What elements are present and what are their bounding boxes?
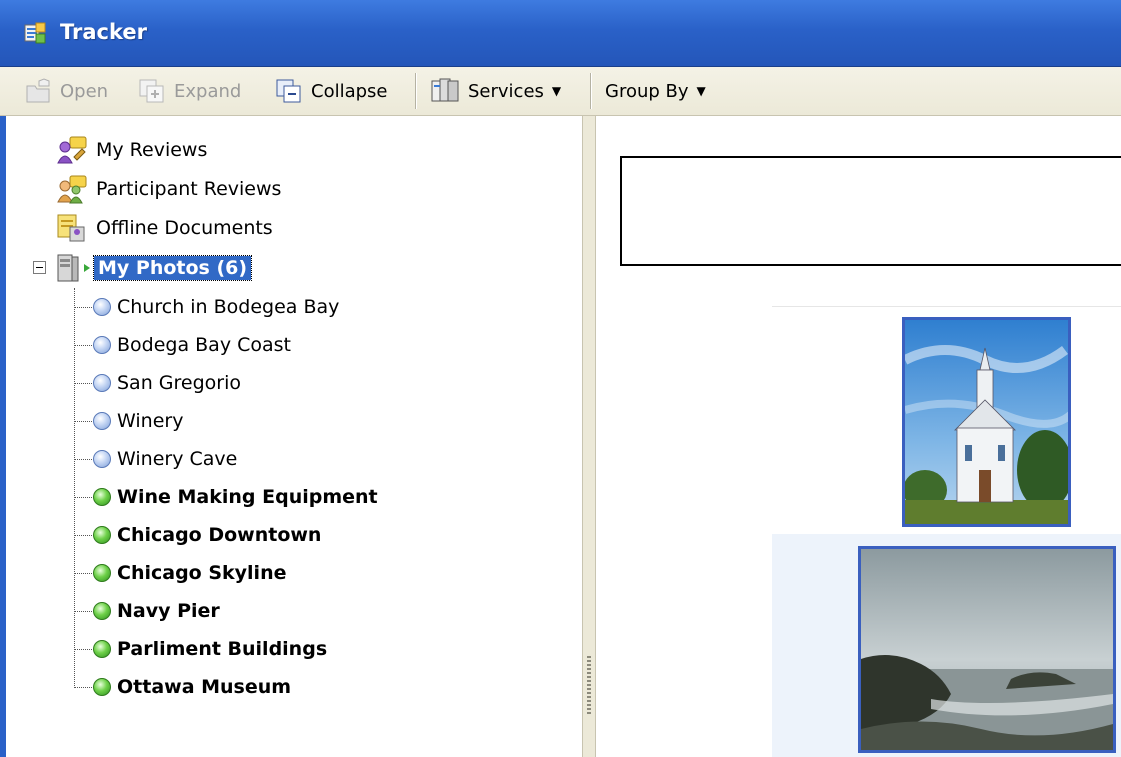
tree-item-participant-reviews[interactable]: Participant Reviews xyxy=(56,172,281,206)
tree-item-label: Wine Making Equipment xyxy=(117,486,378,508)
tree-item-label: Winery xyxy=(117,410,184,432)
photo-thumbnail-coast[interactable] xyxy=(858,546,1116,753)
open-folder-icon xyxy=(26,78,50,103)
tree-item-label: My Reviews xyxy=(96,139,208,161)
my-reviews-icon xyxy=(57,136,87,164)
collapse-label: Collapse xyxy=(311,80,388,102)
pane-splitter[interactable] xyxy=(582,116,596,757)
tree-item-label: Participant Reviews xyxy=(96,178,282,200)
tree-item-photo[interactable]: Ottawa Museum xyxy=(93,670,291,704)
title-bar: Tracker xyxy=(0,0,1121,67)
tree-item-label: Bodega Bay Coast xyxy=(117,334,291,356)
offline-documents-icon xyxy=(57,214,85,242)
status-new-icon xyxy=(93,526,111,544)
tree-connector-line xyxy=(74,288,75,688)
services-icon xyxy=(431,78,459,102)
services-dropdown-icon: ▼ xyxy=(551,84,562,98)
tree-connector-line xyxy=(74,459,92,460)
collapse-button[interactable]: Collapse xyxy=(275,75,388,107)
tree-item-label: Winery Cave xyxy=(117,448,238,470)
open-button[interactable]: Open xyxy=(24,75,108,107)
expand-button[interactable]: Expand xyxy=(138,75,241,107)
church-photo xyxy=(905,320,1068,524)
tree-connector-line xyxy=(74,421,92,422)
collapse-node-toggle[interactable] xyxy=(33,261,46,274)
status-pending-icon xyxy=(93,374,111,392)
tree-item-photo[interactable]: Wine Making Equipment xyxy=(93,480,378,514)
tree-connector-line xyxy=(74,497,92,498)
tree-item-label: Ottawa Museum xyxy=(117,676,292,698)
status-pending-icon xyxy=(93,412,111,430)
status-new-icon xyxy=(93,602,111,620)
splitter-grip[interactable] xyxy=(587,656,591,716)
server-folder-icon xyxy=(57,254,90,282)
tree-item-photo[interactable]: Parliment Buildings xyxy=(93,632,327,666)
tree-item-photo[interactable]: San Gregorio xyxy=(93,366,241,400)
photo-thumbnail-church[interactable] xyxy=(902,317,1071,527)
photo-row[interactable] xyxy=(772,306,1121,535)
coast-photo xyxy=(861,549,1113,750)
tree-item-label: Chicago Skyline xyxy=(117,562,287,584)
tree-item-photo[interactable]: Chicago Downtown xyxy=(93,518,321,552)
services-label: Services xyxy=(468,80,544,102)
tree-connector-line xyxy=(74,649,92,650)
tree-connector-line xyxy=(74,535,92,536)
tree-item-photo[interactable]: Bodega Bay Coast xyxy=(93,328,291,362)
tree-item-photo[interactable]: Winery Cave xyxy=(93,442,237,476)
tree-item-offline-documents[interactable]: Offline Documents xyxy=(56,211,273,245)
tree-connector-line xyxy=(74,383,92,384)
tree-connector-line xyxy=(74,307,92,308)
tree-item-my-reviews[interactable]: My Reviews xyxy=(56,133,207,167)
tree-item-photo[interactable]: Winery xyxy=(93,404,183,438)
expand-icon xyxy=(139,79,164,103)
tree-item-label: San Gregorio xyxy=(117,372,241,394)
group-by-dropdown-icon: ▼ xyxy=(696,84,706,98)
status-new-icon xyxy=(93,678,111,696)
open-label: Open xyxy=(60,80,109,102)
tree-item-label: Offline Documents xyxy=(96,217,273,239)
tree-item-my-photos[interactable]: My Photos (6) xyxy=(54,251,253,285)
toolbar: Open Expand Collapse Services ▼ Group By… xyxy=(0,67,1121,116)
my-photos-label: My Photos (6) xyxy=(92,255,253,281)
tree-item-label: Chicago Downtown xyxy=(117,524,322,546)
status-pending-icon xyxy=(93,450,111,468)
tree-item-label: Church in Bodegea Bay xyxy=(117,296,340,318)
expand-label: Expand xyxy=(174,80,242,102)
group-by-menu-button[interactable]: Group By ▼ xyxy=(605,75,706,107)
content-pane xyxy=(596,116,1121,757)
status-pending-icon xyxy=(93,298,111,316)
tracker-window: Tracker Open Expand Collapse Services ▼ … xyxy=(0,0,1121,757)
toolbar-separator xyxy=(415,73,416,109)
tree-item-label: Navy Pier xyxy=(117,600,220,622)
status-pending-icon xyxy=(93,336,111,354)
tree-item-photo[interactable]: Chicago Skyline xyxy=(93,556,286,590)
caption-box xyxy=(620,156,1121,266)
window-title: Tracker xyxy=(60,20,147,44)
tree-item-label: Parliment Buildings xyxy=(117,638,328,660)
collapse-icon xyxy=(276,79,301,103)
tracker-app-icon xyxy=(24,22,46,44)
tree-item-photo[interactable]: Church in Bodegea Bay xyxy=(93,290,339,324)
status-new-icon xyxy=(93,488,111,506)
tree-connector-line xyxy=(74,611,92,612)
participant-reviews-icon xyxy=(57,175,87,204)
tree-connector-line xyxy=(74,345,92,346)
tree-connector-line xyxy=(74,687,92,688)
tree-connector-line xyxy=(74,573,92,574)
tree-item-photo[interactable]: Navy Pier xyxy=(93,594,220,628)
status-new-icon xyxy=(93,564,111,582)
group-by-label: Group By xyxy=(605,80,689,102)
services-menu-button[interactable]: Services ▼ xyxy=(430,75,561,107)
status-new-icon xyxy=(93,640,111,658)
photo-row[interactable] xyxy=(772,534,1121,757)
toolbar-separator xyxy=(590,73,591,109)
